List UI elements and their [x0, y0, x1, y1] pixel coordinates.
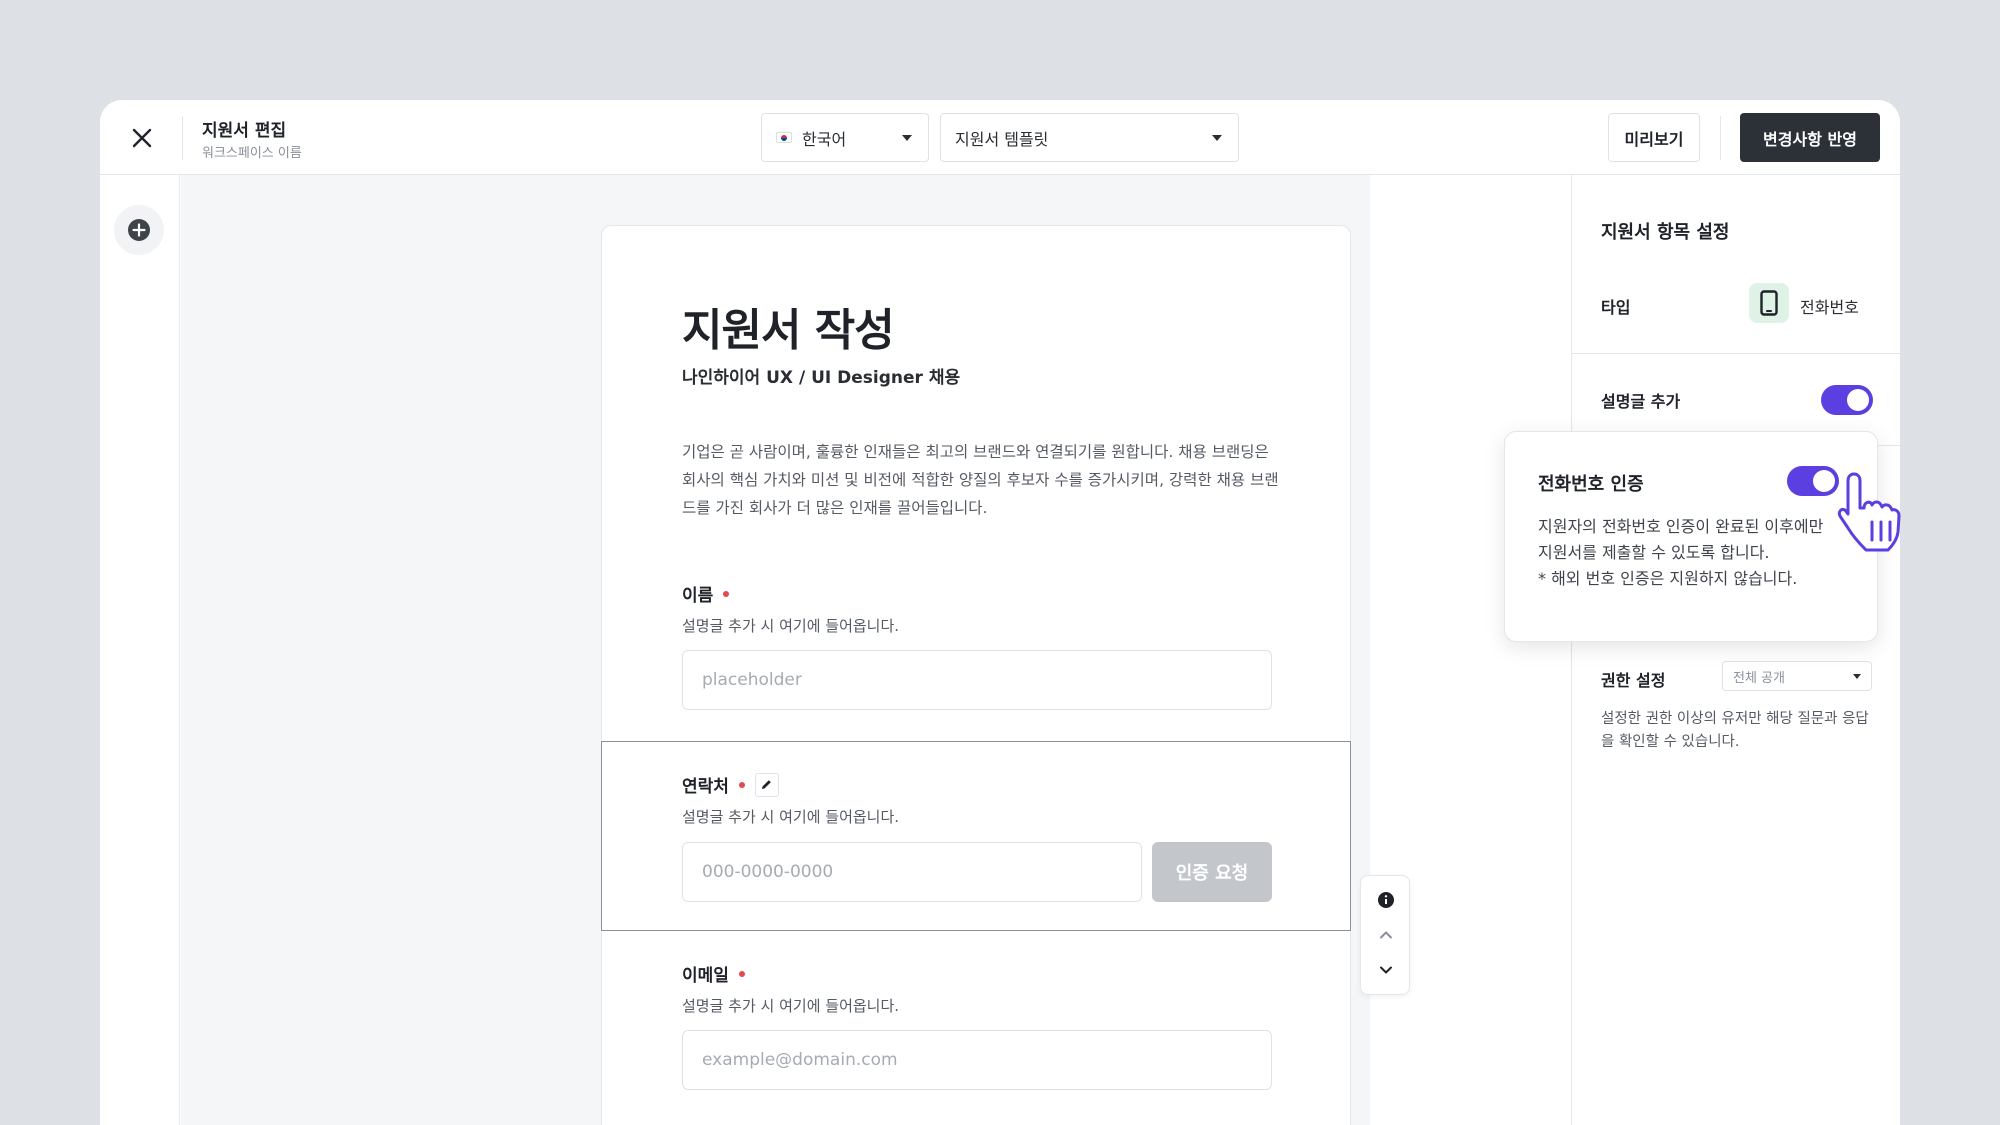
field-help-text: 설명글 추가 시 여기에 들어옵니다. [682, 808, 900, 826]
contact-field-selected[interactable]: 연락처 설명글 추가 시 여기에 들어옵니다. 000-0000-0000 인증… [601, 741, 1351, 931]
name-input[interactable]: placeholder [682, 650, 1272, 710]
close-button[interactable] [122, 118, 162, 158]
popover-line: 지원자의 전화번호 인증이 완료된 이후에만 [1538, 517, 1824, 536]
caret-down-icon [1853, 674, 1861, 679]
language-select[interactable]: 한국어 [761, 113, 929, 162]
add-item-button[interactable] [114, 205, 164, 255]
page-title: 지원서 편집 [202, 121, 287, 141]
popover-line: * 해외 번호 인증은 지원하지 않습니다. [1538, 569, 1798, 588]
form-subtitle: 나인하이어 UX / UI Designer 채용 [682, 368, 961, 388]
info-button[interactable] [1361, 883, 1411, 917]
required-indicator [738, 970, 745, 977]
permission-select[interactable]: 전체 공개 [1722, 661, 1872, 691]
plus-circle-icon [128, 219, 150, 241]
phone-verification-toggle[interactable] [1787, 466, 1839, 496]
item-tools [1360, 875, 1410, 995]
close-icon [132, 128, 152, 148]
phone-verification-popover: 전화번호 인증 지원자의 전화번호 인증이 완료된 이후에만 지원서를 제출할 … [1504, 431, 1878, 642]
caret-down-icon [902, 135, 912, 141]
top-bar: 지원서 편집 워크스페이스 이름 한국어 지원서 템플릿 미리보기 변경사항 반… [100, 100, 1900, 175]
field-label: 이메일 [682, 961, 745, 986]
field-help-text: 설명글 추가 시 여기에 들어옵니다. [682, 997, 900, 1015]
email-label: 이메일 [682, 966, 729, 986]
description-toggle[interactable] [1821, 385, 1873, 415]
korea-flag-icon [776, 132, 792, 143]
application-form: 지원서 작성 나인하이어 UX / UI Designer 채용 기업은 곧 사… [601, 225, 1351, 1125]
move-up-button[interactable] [1361, 918, 1411, 952]
field-help-text: 설명글 추가 시 여기에 들어옵니다. [682, 617, 900, 635]
contact-label: 연락처 [682, 777, 729, 797]
field-label: 이름 [682, 581, 730, 606]
panel-title: 지원서 항목 설정 [1601, 222, 1730, 243]
header-divider [1720, 116, 1721, 160]
preview-button[interactable]: 미리보기 [1608, 113, 1700, 162]
phone-icon [1760, 290, 1778, 316]
type-label: 타입 [1601, 298, 1631, 317]
email-input[interactable]: example@domain.com [682, 1030, 1272, 1090]
info-icon [1378, 892, 1394, 908]
chevron-down-icon [1380, 966, 1392, 974]
header-divider [182, 116, 183, 160]
workspace-name: 워크스페이스 이름 [202, 146, 302, 161]
form-title: 지원서 작성 [682, 305, 895, 356]
type-badge [1749, 283, 1789, 323]
popover-description: 지원자의 전화번호 인증이 완료된 이후에만 지원서를 제출할 수 있도록 합니… [1538, 514, 1868, 592]
description-toggle-label: 설명글 추가 [1601, 392, 1681, 411]
template-value: 지원서 템플릿 [955, 129, 1049, 149]
type-value: 전화번호 [1800, 298, 1859, 317]
required-indicator [738, 781, 745, 788]
form-canvas: 지원서 작성 나인하이어 UX / UI Designer 채용 기업은 곧 사… [181, 175, 1410, 1125]
language-value: 한국어 [802, 129, 847, 149]
left-toolbar [100, 175, 180, 1125]
phone-input[interactable]: 000-0000-0000 [682, 842, 1142, 902]
verify-request-button[interactable]: 인증 요청 [1152, 842, 1272, 902]
caret-down-icon [1212, 135, 1222, 141]
item-settings-panel: 지원서 항목 설정 타입 전화번호 설명글 추가 권한 설정 전체 공개 설정한… [1571, 175, 1900, 1125]
template-select[interactable]: 지원서 템플릿 [940, 113, 1239, 162]
popover-title: 전화번호 인증 [1538, 474, 1644, 495]
permission-label: 권한 설정 [1601, 671, 1666, 690]
panel-divider [1572, 353, 1900, 354]
permission-description: 설정한 권한 이상의 유저만 해당 질문과 응답을 확인할 수 있습니다. [1601, 711, 1869, 750]
field-label: 연락처 [682, 772, 779, 797]
apply-changes-button[interactable]: 변경사항 반영 [1740, 113, 1880, 162]
move-down-button[interactable] [1361, 953, 1411, 987]
form-description: 기업은 곧 사람이며, 훌륭한 인재들은 최고의 브랜드와 연결되기를 원합니다… [682, 443, 1279, 517]
chevron-up-icon [1380, 931, 1392, 939]
edit-label-button[interactable] [754, 772, 779, 797]
popover-line: 지원서를 제출할 수 있도록 합니다. [1538, 543, 1770, 562]
permission-value: 전체 공개 [1733, 670, 1785, 686]
name-label: 이름 [682, 586, 714, 606]
required-indicator [723, 590, 730, 597]
pencil-icon [762, 780, 772, 789]
